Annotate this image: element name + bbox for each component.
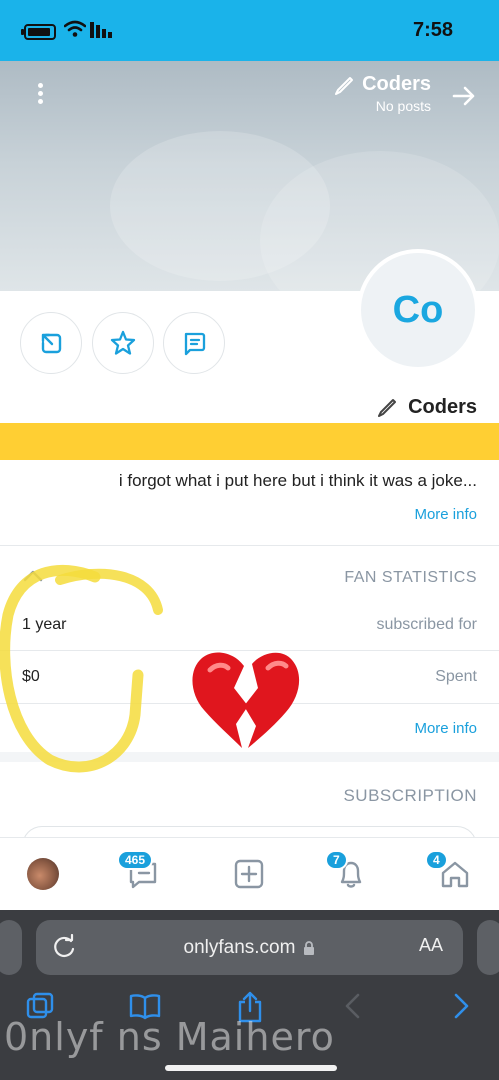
tab-peek[interactable] [477, 920, 499, 975]
share-button[interactable] [20, 312, 82, 374]
notifications-badge: 7 [325, 850, 348, 870]
profile-avatar-icon[interactable] [27, 858, 59, 890]
profile-bio: i forgot what i put here but i think it … [118, 471, 477, 490]
signal-icon [90, 22, 112, 38]
address-url: onlyfans.com [183, 936, 296, 958]
text-size-button[interactable]: AA [419, 935, 443, 956]
tab-peek[interactable] [0, 920, 22, 975]
bio-more-info-link[interactable]: More info [414, 506, 477, 523]
more-options-icon[interactable] [30, 81, 50, 111]
cover-title-block: Coders No posts [334, 73, 431, 114]
lock-icon [304, 940, 315, 955]
yellow-circle-scribble [0, 564, 163, 773]
edit-pencil-icon[interactable] [377, 398, 397, 418]
address-bar[interactable]: onlyfans.com AA [36, 920, 463, 975]
edit-pencil-icon[interactable] [334, 76, 354, 96]
posts-count: No posts [375, 98, 431, 114]
browser-chrome: onlyfans.com AA 0nlyf ns Maihero [0, 910, 499, 1080]
subscription-heading: SUBSCRIPTION [343, 786, 477, 805]
message-button[interactable] [163, 312, 225, 374]
stat-label: subscribed for [376, 616, 478, 633]
broken-heart-emoji [192, 652, 300, 748]
star-icon [110, 330, 136, 355]
reload-icon[interactable] [52, 934, 78, 960]
highlight-bar [0, 423, 499, 460]
profile-name-text: Coders [408, 396, 477, 418]
home-nav-item[interactable]: 4 [425, 850, 477, 896]
add-icon [234, 859, 264, 889]
avatar-initials: Co [392, 288, 444, 331]
notifications-nav-item[interactable]: 7 [325, 850, 373, 896]
message-icon [184, 332, 206, 356]
status-time: 7:58 [412, 19, 453, 41]
status-bar: 7:58 [0, 0, 499, 61]
add-post-nav-item[interactable] [231, 856, 271, 896]
cover-name: Coders [362, 73, 431, 95]
forward-chevron-icon[interactable] [450, 990, 472, 1022]
battery-icon [21, 24, 56, 40]
wifi-icon [64, 20, 86, 37]
back-arrow-icon[interactable] [451, 83, 477, 109]
share-icon [41, 333, 62, 354]
stat-label: Spent [435, 668, 477, 685]
fan-statistics-heading: FAN STATISTICS [344, 569, 477, 586]
back-chevron-icon[interactable] [342, 990, 364, 1022]
messages-nav-item[interactable]: 465 [117, 850, 165, 896]
watermark-text: 0nlyf ns Maihero [4, 1015, 335, 1059]
home-badge: 4 [425, 850, 448, 870]
favorite-button[interactable] [92, 312, 154, 374]
avatar[interactable]: Co [357, 249, 479, 371]
messages-badge: 465 [117, 850, 154, 870]
bottom-nav: 465 7 4 [0, 837, 499, 910]
divider [0, 545, 499, 546]
stats-more-info-link[interactable]: More info [414, 720, 477, 737]
home-indicator [165, 1065, 337, 1071]
profile-name: Coders [377, 396, 477, 419]
